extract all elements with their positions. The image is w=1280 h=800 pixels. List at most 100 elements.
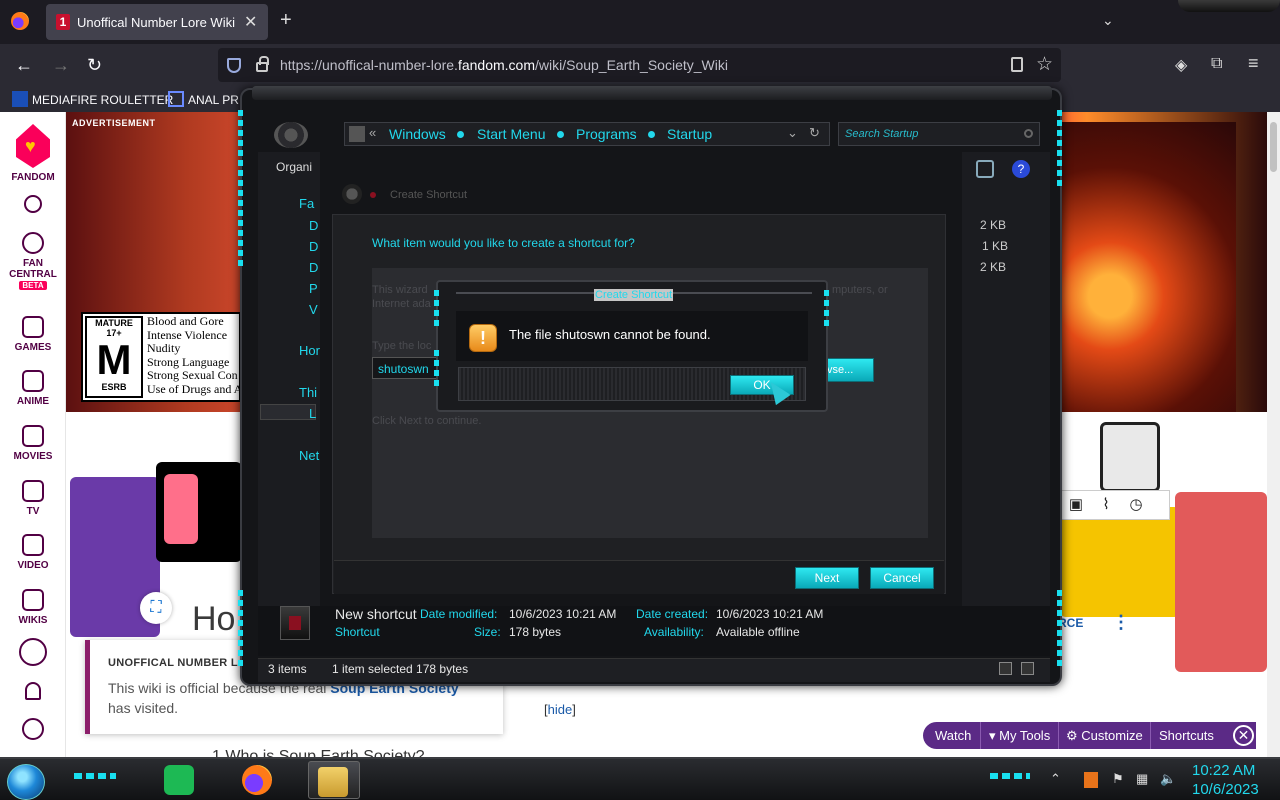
- search-icon[interactable]: [1024, 129, 1033, 138]
- movies-link[interactable]: MOVIES: [0, 425, 66, 462]
- firefox-taskbar-icon[interactable]: [242, 765, 272, 795]
- preview-pane-icon[interactable]: [976, 160, 994, 178]
- nav-item[interactable]: V: [309, 302, 318, 317]
- details-view-icon[interactable]: [999, 662, 1012, 675]
- customize-button[interactable]: ⚙ Customize: [1066, 728, 1143, 744]
- toc-item[interactable]: 1 Who is Soup Earth Society?: [212, 748, 425, 757]
- reload-button[interactable]: ↻: [87, 54, 102, 76]
- expand-icon[interactable]: ⛶: [140, 592, 172, 624]
- reader-view-icon[interactable]: [1011, 57, 1023, 72]
- cancel-button[interactable]: Cancel: [870, 567, 934, 589]
- wizard-description: Internet ada: [372, 298, 431, 310]
- nav-favorites[interactable]: Fa: [299, 196, 314, 211]
- bookmark-anal-pr[interactable]: ANAL PR: [168, 91, 239, 107]
- next-button[interactable]: Next: [795, 567, 859, 589]
- create-wiki-button[interactable]: [0, 638, 66, 670]
- spotify-icon[interactable]: [164, 765, 194, 795]
- rail-label: CENTRAL: [9, 269, 57, 280]
- nav-network[interactable]: Net: [299, 448, 319, 463]
- wizard-back-icon[interactable]: [342, 184, 362, 204]
- bookmark-mediafire[interactable]: MEDIAFIRE ROULETTER: [12, 91, 173, 107]
- volume-icon[interactable]: 🔈: [1160, 771, 1176, 787]
- notifications-button[interactable]: [0, 682, 66, 704]
- activity-icon[interactable]: ⌇: [1091, 491, 1121, 519]
- nav-homegroup[interactable]: Hor: [299, 343, 320, 358]
- my-tools-button[interactable]: ▾ My Tools: [989, 728, 1050, 744]
- nav-item[interactable]: D: [309, 239, 318, 254]
- history-icon[interactable]: ◷: [1121, 491, 1151, 519]
- forward-button[interactable]: →: [52, 54, 70, 76]
- details-date-modified: 10/6/2023 10:21 AM: [509, 607, 617, 621]
- tray-overflow-icon[interactable]: ⌃: [1050, 771, 1061, 787]
- organize-button[interactable]: Organi: [276, 160, 312, 174]
- refresh-icon[interactable]: ↻: [809, 125, 820, 141]
- scroll-thumb[interactable]: [1270, 122, 1277, 172]
- location-input[interactable]: shutoswn: [372, 357, 440, 379]
- nav-item[interactable]: P: [309, 281, 318, 296]
- nav-item[interactable]: D: [309, 260, 318, 275]
- comment-icon[interactable]: ▣: [1061, 491, 1091, 519]
- browser-tab[interactable]: 1 Unoffical Number Lore Wiki | Fa ✕: [46, 4, 268, 40]
- details-size: 178 bytes: [509, 625, 562, 639]
- breadcrumb-windows[interactable]: Windows: [389, 126, 446, 142]
- pocket-icon[interactable]: ◈: [1175, 55, 1187, 75]
- tracking-shield-icon[interactable]: [227, 58, 241, 73]
- menu-icon[interactable]: ≡: [1248, 53, 1259, 74]
- more-options-icon[interactable]: ⋮: [1112, 612, 1130, 633]
- help-icon[interactable]: ?: [1012, 160, 1030, 178]
- large-icons-view-icon[interactable]: [1021, 662, 1034, 675]
- breadcrumb-start-menu[interactable]: Start Menu: [477, 126, 545, 142]
- url-text[interactable]: https://unoffical-number-lore.fandom.com…: [280, 57, 728, 73]
- account-button[interactable]: [0, 718, 66, 744]
- browse-button[interactable]: vse...: [824, 358, 874, 382]
- back-orb-icon[interactable]: [274, 122, 308, 148]
- search-button[interactable]: [0, 195, 66, 217]
- network-icon[interactable]: ▦: [1136, 771, 1148, 787]
- shortcuts-button[interactable]: Shortcuts: [1159, 728, 1214, 743]
- esrb-desc: Intense Violence: [147, 327, 228, 342]
- wizard-title: Create Shortcut: [390, 189, 468, 201]
- browse-label: vse...: [827, 364, 854, 376]
- shortcut-file-icon: [280, 606, 310, 640]
- fandom-logo-link[interactable]: FANDOM: [0, 124, 66, 183]
- firefox-icon[interactable]: [11, 12, 29, 30]
- toc-hide-toggle[interactable]: [hide]: [544, 702, 576, 717]
- status-selection: 1 item selected 178 bytes: [332, 662, 469, 676]
- esrb-desc: Nudity: [147, 341, 181, 355]
- toolbar-close-icon[interactable]: ✕: [1233, 725, 1254, 746]
- tab-close-icon[interactable]: ✕: [244, 12, 257, 32]
- bookmark-star-icon[interactable]: ☆: [1036, 53, 1053, 76]
- games-link[interactable]: GAMES: [0, 316, 66, 353]
- breadcrumb-overflow-icon[interactable]: «: [369, 125, 376, 140]
- watch-button[interactable]: Watch: [935, 728, 971, 743]
- breadcrumb-programs[interactable]: Programs: [576, 126, 637, 142]
- lock-icon[interactable]: [256, 56, 269, 72]
- tv-link[interactable]: TV: [0, 480, 66, 517]
- file-size: 1 KB: [982, 239, 1009, 253]
- breadcrumb-startup[interactable]: Startup: [667, 126, 712, 142]
- wikis-link[interactable]: WIKIS: [0, 589, 66, 626]
- anime-link[interactable]: ANIME: [0, 370, 66, 407]
- nav-item[interactable]: L: [309, 406, 316, 421]
- address-dropdown-icon[interactable]: ⌄: [787, 125, 798, 141]
- page-scrollbar[interactable]: [1267, 112, 1280, 757]
- clock-date[interactable]: 10/6/2023: [1192, 781, 1259, 798]
- frame-cyan-decoration: [434, 350, 439, 386]
- clock-time[interactable]: 10:22 AM: [1192, 762, 1255, 779]
- video-link[interactable]: VIDEO: [0, 534, 66, 571]
- start-button[interactable]: [7, 764, 45, 800]
- back-button[interactable]: ←: [15, 54, 33, 76]
- app-tray-icon[interactable]: [1084, 772, 1098, 788]
- extensions-icon[interactable]: ⧉: [1211, 55, 1222, 73]
- new-tab-button[interactable]: +: [280, 10, 292, 30]
- url-bar[interactable]: https://unoffical-number-lore.fandom.com…: [218, 48, 1061, 82]
- toc-hide-label[interactable]: hide: [548, 702, 573, 717]
- search-box[interactable]: Search Startup: [838, 122, 1040, 146]
- esrb-badge: MATURE 17+ M ESRB: [85, 316, 143, 398]
- fan-central-link[interactable]: FAN CENTRAL BETA: [0, 232, 66, 291]
- tab-list-chevron-icon[interactable]: ⌄: [1102, 12, 1114, 29]
- nav-item[interactable]: D: [309, 218, 318, 233]
- nav-this-pc[interactable]: Thi: [299, 385, 317, 400]
- action-center-icon[interactable]: ⚑: [1112, 771, 1124, 787]
- address-bar[interactable]: « Windows Start Menu Programs Startup ⌄ …: [344, 122, 830, 146]
